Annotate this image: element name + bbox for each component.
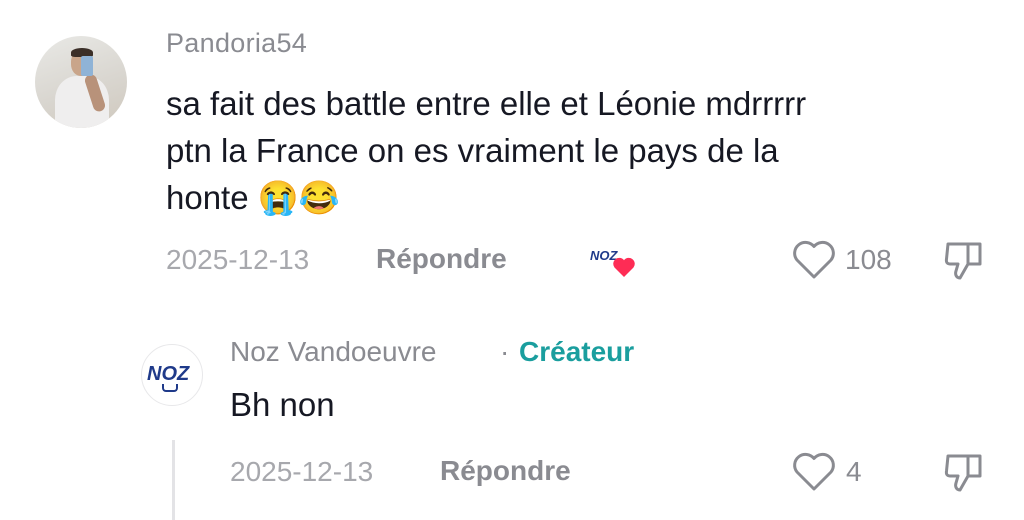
avatar-phone — [81, 56, 93, 76]
comment-line: ptn la France on es vraiment le pays de … — [166, 132, 779, 169]
comment-line: honte 😭😂 — [166, 179, 340, 216]
thumbs-down-icon[interactable] — [942, 238, 988, 284]
heart-filled-icon — [613, 257, 635, 277]
comment-date: 2025-12-13 — [166, 244, 310, 275]
cart-icon — [162, 384, 178, 392]
reply-date: 2025-12-13 — [230, 456, 374, 487]
user-avatar[interactable] — [35, 36, 127, 128]
thread-line — [172, 440, 175, 520]
reply-button[interactable]: Répondre — [376, 243, 507, 275]
noz-logo: NOZ — [147, 363, 190, 385]
name-separator: · — [500, 336, 510, 367]
creator-avatar[interactable]: NOZ — [141, 344, 203, 406]
comment-text: sa fait des battle entre elle et Léonie … — [166, 80, 986, 221]
heart-outline-icon[interactable] — [792, 452, 836, 492]
thumbs-down-icon[interactable] — [942, 450, 988, 496]
comment-item: Pandoria54 sa fait des battle entre elle… — [0, 0, 1024, 310]
reply-username[interactable]: Noz Vandoeuvre — [230, 336, 437, 368]
reply-like-count: 4 — [846, 456, 862, 487]
comment-line: sa fait des battle entre elle et Léonie … — [166, 85, 807, 122]
reply-text: Bh non — [230, 386, 335, 423]
heart-outline-icon[interactable] — [792, 240, 836, 280]
creator-badge: Créateur — [519, 336, 635, 367]
like-count: 108 — [845, 244, 892, 275]
creator-liked-badge: NOZ — [590, 246, 640, 280]
comment-username[interactable]: Pandoria54 — [166, 28, 307, 59]
reply-reply-button[interactable]: Répondre — [440, 455, 571, 487]
